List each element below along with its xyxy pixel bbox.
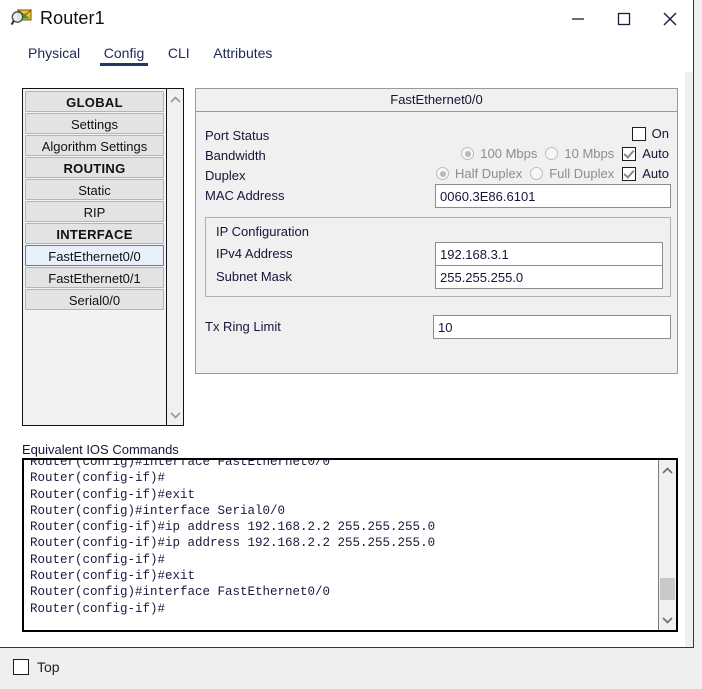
port-status-checkbox[interactable] — [631, 126, 646, 141]
sidebar-item-label: Serial0/0 — [68, 293, 121, 308]
router-config-window: Router1 Physical Config CLI Attributes G… — [0, 0, 694, 648]
interface-config-panel: FastEthernet0/0 Port Status Bandwidth Du… — [195, 88, 678, 374]
top-checkbox-group: Top — [13, 659, 60, 675]
console-scrollbar[interactable] — [658, 460, 676, 630]
window-title: Router1 — [40, 8, 105, 28]
sidebar-item-settings[interactable]: Settings — [25, 113, 164, 134]
subnet-mask-input[interactable] — [435, 265, 663, 289]
duplex-auto-checkbox[interactable] — [622, 166, 637, 181]
bandwidth-10mbps-label: 10 Mbps — [564, 146, 615, 161]
top-checkbox[interactable] — [13, 659, 29, 675]
ipv4-address-input[interactable] — [435, 242, 663, 266]
tab-attributes-label: Attributes — [213, 45, 273, 61]
tab-cli-label: CLI — [167, 45, 190, 61]
bandwidth-10mbps-radio[interactable] — [545, 147, 559, 160]
sidebar-item-label: RIP — [83, 205, 106, 220]
duplex-label: Duplex — [205, 168, 246, 183]
tab-config-label: Config — [103, 45, 145, 61]
equivalent-ios-commands-label: Equivalent IOS Commands — [22, 442, 179, 457]
duplex-control: Half Duplex Full Duplex Auto — [436, 166, 669, 181]
duplex-half-radio[interactable] — [436, 167, 450, 180]
tab-config[interactable]: Config — [94, 39, 154, 67]
sidebar-heading-interface: INTERFACE — [25, 223, 164, 244]
content-area: GLOBAL Settings Algorithm Settings ROUTI… — [0, 72, 693, 647]
bandwidth-label: Bandwidth — [205, 148, 266, 163]
close-icon — [663, 12, 677, 26]
bandwidth-auto-checkbox[interactable] — [622, 146, 637, 161]
duplex-full-radio[interactable] — [530, 167, 544, 180]
console-scroll-thumb[interactable] — [660, 578, 675, 600]
duplex-full-label: Full Duplex — [549, 166, 615, 181]
bandwidth-100mbps-label: 100 Mbps — [480, 146, 538, 161]
sidebar-item-label: Static — [78, 183, 111, 198]
panel-title: FastEthernet0/0 — [196, 89, 677, 112]
close-button[interactable] — [647, 0, 693, 38]
tx-ring-limit-label: Tx Ring Limit — [205, 319, 281, 334]
sidebar-heading-global: GLOBAL — [25, 91, 164, 112]
sidebar-list: GLOBAL Settings Algorithm Settings ROUTI… — [23, 89, 166, 425]
right-gutter — [685, 72, 693, 647]
duplex-half-label: Half Duplex — [455, 166, 523, 181]
minimize-button[interactable] — [555, 0, 601, 38]
subnet-mask-label: Subnet Mask — [216, 269, 292, 284]
ipv4-address-label: IPv4 Address — [216, 246, 293, 261]
sidebar-heading-routing: ROUTING — [25, 157, 164, 178]
sidebar-item-fastethernet0-0[interactable]: FastEthernet0/0 — [25, 245, 164, 266]
maximize-icon — [617, 12, 631, 26]
bandwidth-control: 100 Mbps 10 Mbps Auto — [461, 146, 669, 161]
tab-physical[interactable]: Physical — [18, 39, 90, 67]
sidebar-item-serial0-0[interactable]: Serial0/0 — [25, 289, 164, 310]
sidebar-item-label: FastEthernet0/0 — [48, 249, 141, 264]
sidebar-item-algorithm-settings[interactable]: Algorithm Settings — [25, 135, 164, 156]
port-status-on-label: On — [651, 126, 669, 141]
port-status-control: On — [631, 126, 669, 141]
sidebar-scrollbar[interactable] — [166, 89, 183, 425]
tab-cli[interactable]: CLI — [158, 39, 200, 67]
sidebar-item-rip[interactable]: RIP — [25, 201, 164, 222]
sidebar-item-label: ROUTING — [63, 161, 126, 176]
tab-physical-label: Physical — [28, 45, 81, 61]
chevron-up-icon[interactable] — [167, 91, 183, 108]
tab-bar: Physical Config CLI Attributes — [0, 39, 693, 73]
maximize-button[interactable] — [601, 0, 647, 38]
bandwidth-100mbps-radio[interactable] — [461, 147, 475, 160]
duplex-auto-label: Auto — [642, 166, 669, 181]
chevron-down-icon[interactable] — [167, 406, 183, 423]
top-checkbox-label: Top — [37, 659, 60, 675]
config-sidebar: GLOBAL Settings Algorithm Settings ROUTI… — [22, 88, 184, 426]
bottom-bar: Top — [0, 648, 702, 689]
ip-configuration-title: IP Configuration — [216, 224, 309, 239]
sidebar-item-label: Settings — [71, 117, 118, 132]
panel-body: Port Status Bandwidth Duplex MAC Address… — [196, 112, 677, 374]
tx-ring-limit-input[interactable] — [433, 315, 671, 339]
ios-commands-console: Router(config)#interface FastEthernet0/0… — [22, 458, 678, 632]
packet-tracer-inspect-icon — [10, 7, 34, 31]
bandwidth-auto-label: Auto — [642, 146, 669, 161]
title-bar: Router1 — [0, 0, 693, 39]
sidebar-item-label: Algorithm Settings — [41, 139, 148, 154]
sidebar-item-label: FastEthernet0/1 — [48, 271, 141, 286]
ios-commands-text: Router(config)#interface FastEthernet0/0… — [30, 458, 436, 616]
mac-address-label: MAC Address — [205, 188, 285, 203]
chevron-down-icon[interactable] — [659, 611, 676, 628]
port-status-label: Port Status — [205, 128, 270, 143]
sidebar-item-label: INTERFACE — [56, 227, 133, 242]
ip-configuration-group: IP Configuration IPv4 Address Subnet Mas… — [205, 217, 671, 297]
sidebar-item-label: GLOBAL — [66, 95, 123, 110]
minimize-icon — [572, 18, 584, 20]
mac-address-input[interactable] — [435, 184, 671, 208]
sidebar-item-fastethernet0-1[interactable]: FastEthernet0/1 — [25, 267, 164, 288]
tab-attributes[interactable]: Attributes — [203, 39, 282, 67]
chevron-up-icon[interactable] — [659, 462, 676, 479]
sidebar-item-static[interactable]: Static — [25, 179, 164, 200]
